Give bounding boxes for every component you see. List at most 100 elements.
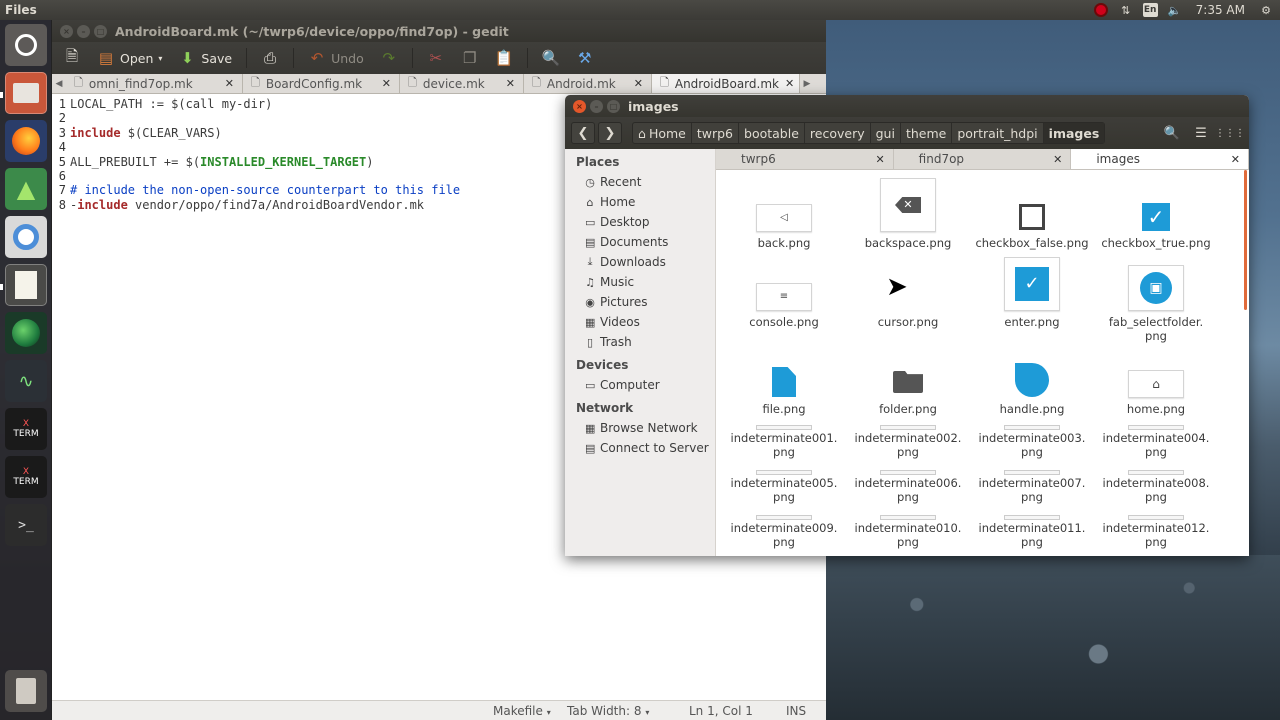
close-icon[interactable]: ✕ — [634, 77, 643, 90]
file-item[interactable]: indeterminate003. png — [970, 421, 1094, 459]
sidebar-item-desktop[interactable]: ▭ Desktop — [565, 212, 715, 232]
tab-androidboard[interactable]: 🗋 AndroidBoard.mk ✕ — [652, 74, 800, 93]
file-item[interactable]: indeterminate008. png — [1094, 466, 1218, 504]
close-icon[interactable]: ✕ — [1053, 153, 1062, 166]
sidebar-item-documents[interactable]: ▤ Documents — [565, 232, 715, 252]
file-item[interactable]: indeterminate011. png — [970, 511, 1094, 549]
files-icon[interactable] — [5, 72, 47, 114]
terminal-icon[interactable]: >_ — [5, 504, 47, 546]
open-button[interactable]: ▤ Open ▾ — [92, 47, 167, 69]
breadcrumb-item[interactable]: images — [1043, 123, 1105, 143]
close-icon[interactable]: ✕ — [506, 77, 515, 90]
new-document-button[interactable]: 🗎 — [58, 44, 86, 73]
clock[interactable]: 7:35 AM — [1192, 3, 1249, 17]
file-item[interactable]: indeterminate007. png — [970, 466, 1094, 504]
undo-button[interactable]: ↶ Undo — [303, 47, 369, 69]
tab-boardconfig[interactable]: 🗋 BoardConfig.mk ✕ — [243, 74, 400, 93]
grid-view-button[interactable]: ⋮⋮⋮ — [1215, 122, 1245, 144]
file-item[interactable]: indeterminate001. png — [722, 421, 846, 459]
menu-button[interactable]: ☰ — [1188, 122, 1214, 144]
keyboard-layout-icon[interactable]: En — [1142, 3, 1158, 17]
network-arrows-icon[interactable]: ⇅ — [1118, 2, 1134, 18]
save-button[interactable]: ⬇ Save — [173, 47, 237, 69]
xterm-icon[interactable]: X TERM — [5, 456, 47, 498]
xterm-icon[interactable]: X TERM — [5, 408, 47, 450]
breadcrumb-item[interactable]: theme — [901, 123, 953, 143]
maximize-icon[interactable]: □ — [94, 24, 107, 38]
copy-button[interactable]: ❐ — [456, 47, 484, 69]
close-icon[interactable]: × — [60, 24, 73, 38]
file-item[interactable]: folder.png — [846, 350, 970, 416]
cut-button[interactable]: ✂ — [422, 47, 450, 69]
file-item[interactable]: ✕ backspace.png — [846, 178, 970, 250]
file-item[interactable]: file.png — [722, 350, 846, 416]
search-button[interactable]: 🔍 — [1159, 122, 1185, 144]
gedit-icon[interactable] — [5, 264, 47, 306]
earth-icon[interactable] — [5, 312, 47, 354]
sidebar-item-browse-network[interactable]: ▦ Browse Network — [565, 418, 715, 438]
tab-omni-find7op[interactable]: 🗋 omni_find7op.mk ✕ — [66, 74, 243, 93]
tab-scroll-left-icon[interactable]: ◀ — [52, 74, 66, 93]
sidebar-item-recent[interactable]: ◷ Recent — [565, 172, 715, 192]
file-item[interactable]: indeterminate010. png — [846, 511, 970, 549]
minimize-icon[interactable]: – — [590, 99, 603, 113]
replace-button[interactable]: ⚒ — [571, 47, 599, 69]
volume-icon[interactable]: 🔈 — [1167, 2, 1183, 18]
tab-width-selector[interactable]: Tab Width: 8 ▾ — [567, 704, 649, 718]
tab-android[interactable]: 🗋 Android.mk ✕ — [524, 74, 652, 93]
record-indicator-icon[interactable] — [1093, 2, 1109, 18]
breadcrumb-item[interactable]: gui — [871, 123, 901, 143]
file-item[interactable]: ▣ fab_selectfolder. png — [1094, 257, 1218, 343]
file-item[interactable]: ✓ enter.png — [970, 257, 1094, 329]
breadcrumb-item[interactable]: recovery — [805, 123, 871, 143]
file-item[interactable]: indeterminate004. png — [1094, 421, 1218, 459]
close-icon[interactable]: × — [573, 99, 586, 113]
file-item[interactable]: ◁ back.png — [722, 178, 846, 250]
close-icon[interactable]: ✕ — [785, 77, 794, 90]
file-item[interactable]: indeterminate006. png — [846, 466, 970, 504]
android-studio-icon[interactable]: ▲ — [5, 168, 47, 210]
print-button[interactable]: ⎙ — [256, 47, 284, 69]
close-icon[interactable]: ✕ — [225, 77, 234, 90]
breadcrumb-item[interactable]: ⌂ Home — [633, 123, 692, 143]
back-button[interactable]: ❮ — [571, 122, 595, 144]
sidebar-item-trash[interactable]: ▯ Trash — [565, 332, 715, 352]
file-item[interactable]: indeterminate012. png — [1094, 511, 1218, 549]
file-item[interactable]: checkbox_false.png — [970, 178, 1094, 250]
file-item[interactable]: indeterminate005. png — [722, 466, 846, 504]
breadcrumb-item[interactable]: twrp6 — [692, 123, 740, 143]
file-item[interactable]: cursor.png — [846, 257, 970, 329]
breadcrumb-item[interactable]: portrait_hdpi — [952, 123, 1044, 143]
file-item[interactable]: handle.png — [970, 350, 1094, 416]
forward-button[interactable]: ❯ — [598, 122, 622, 144]
minimize-icon[interactable]: – — [77, 24, 90, 38]
firefox-icon[interactable] — [5, 120, 47, 162]
tab-scroll-right-icon[interactable]: ▶ — [800, 74, 814, 93]
sidebar-item-downloads[interactable]: ⤓ Downloads — [565, 252, 715, 272]
tab-device[interactable]: 🗋 device.mk ✕ — [400, 74, 524, 93]
chromium-icon[interactable] — [5, 216, 47, 258]
maximize-icon[interactable]: □ — [607, 99, 620, 113]
file-item[interactable]: ✓ checkbox_true.png — [1094, 178, 1218, 250]
redo-button[interactable]: ↷ — [375, 47, 403, 69]
file-item[interactable]: indeterminate002. png — [846, 421, 970, 459]
trash-icon[interactable] — [5, 670, 47, 712]
sidebar-item-pictures[interactable]: ◉ Pictures — [565, 292, 715, 312]
close-icon[interactable]: ✕ — [382, 77, 391, 90]
file-item[interactable]: indeterminate009. png — [722, 511, 846, 549]
tab-twrp6[interactable]: twrp6 ✕ — [716, 149, 894, 169]
sidebar-item-music[interactable]: ♫ Music — [565, 272, 715, 292]
file-item[interactable]: ⌂ home.png — [1094, 350, 1218, 416]
sidebar-item-connect-to-server[interactable]: ▤ Connect to Server — [565, 438, 715, 458]
close-icon[interactable]: ✕ — [1231, 153, 1240, 166]
scrollbar[interactable] — [1244, 170, 1247, 310]
file-item[interactable]: ≡ console.png — [722, 257, 846, 329]
dash-icon[interactable] — [5, 24, 47, 66]
gear-icon[interactable]: ⚙ — [1258, 2, 1274, 18]
tab-find7op[interactable]: find7op ✕ — [894, 149, 1072, 169]
breadcrumb-item[interactable]: bootable — [739, 123, 805, 143]
sidebar-item-home[interactable]: ⌂ Home — [565, 192, 715, 212]
tab-images[interactable]: images ✕ — [1071, 149, 1250, 169]
sidebar-item-videos[interactable]: ▦ Videos — [565, 312, 715, 332]
find-button[interactable]: 🔍 — [537, 47, 565, 69]
